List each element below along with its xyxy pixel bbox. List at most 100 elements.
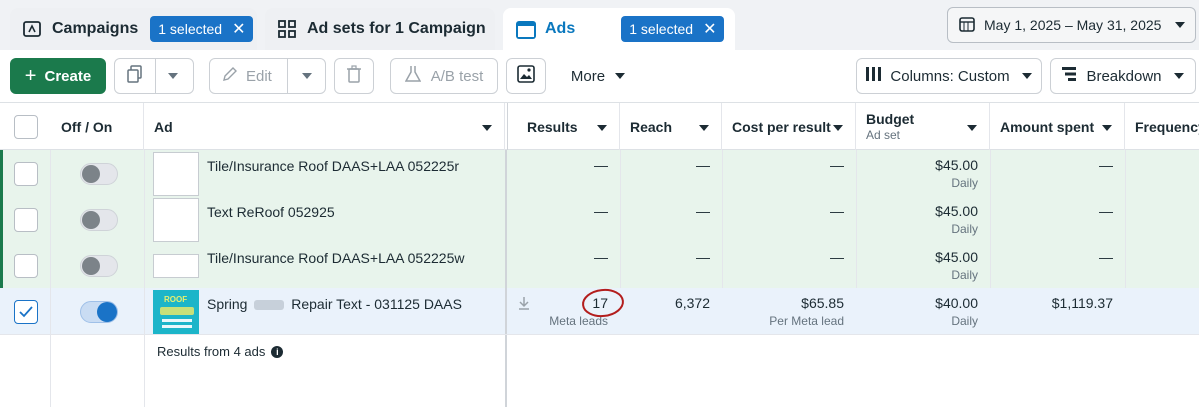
table-row[interactable]: Tile/Insurance Roof DAAS+LAA 052225w — —…	[0, 242, 1199, 288]
trash-icon	[346, 65, 362, 87]
edit-label: Edit	[246, 67, 272, 85]
reach-value: —	[696, 157, 710, 173]
ab-test-label: A/B test	[430, 67, 484, 85]
tab-campaigns[interactable]: Campaigns 1 selected ✕	[10, 8, 257, 50]
ad-toggle[interactable]	[80, 255, 118, 277]
duplicate-icon	[127, 65, 143, 87]
close-icon[interactable]: ✕	[232, 19, 245, 39]
results-value[interactable]: 17 Meta leads	[507, 288, 624, 334]
ad-name[interactable]: Text ReRoof 052925	[207, 204, 335, 220]
columns-button[interactable]: Columns: Custom	[856, 58, 1042, 94]
delete-button[interactable]	[334, 58, 374, 94]
amount-spent-value: $1,119.37	[1051, 295, 1113, 311]
ads-table: Tile/Insurance Roof DAAS+LAA 052225r — —…	[0, 102, 1199, 407]
cost-per-result-value: $65.85 Per Meta lead	[769, 295, 844, 328]
date-range-picker[interactable]: May 1, 2025 – May 31, 2025	[947, 7, 1196, 43]
duplicate-button[interactable]	[114, 58, 194, 94]
thumbnail-text: ROOF	[164, 295, 188, 304]
ad-toggle[interactable]	[80, 301, 118, 323]
column-header-budget[interactable]: Budget Ad set	[856, 103, 990, 150]
tab-bar: Campaigns 1 selected ✕ Ad sets for 1 Cam…	[0, 0, 1199, 50]
row-checkbox[interactable]	[14, 254, 38, 278]
ad-toggle[interactable]	[80, 163, 118, 185]
ad-thumbnail[interactable]: ROOF	[153, 290, 199, 334]
badge-text: 1 selected	[158, 21, 223, 37]
results-value: —	[594, 249, 608, 265]
row-checkbox[interactable]	[14, 162, 38, 186]
chevron-down-icon[interactable]	[302, 73, 312, 79]
tab-ad-sets[interactable]: Ad sets for 1 Campaign	[265, 8, 495, 50]
date-range-label: May 1, 2025 – May 31, 2025	[984, 17, 1162, 33]
budget-value: $45.00 Daily	[935, 157, 978, 190]
preview-button[interactable]	[506, 58, 546, 94]
grid-icon	[277, 19, 297, 39]
chevron-down-icon	[615, 73, 626, 79]
select-all-checkbox[interactable]	[14, 115, 38, 139]
cost-per-result-value: —	[830, 249, 844, 265]
chevron-down-icon	[1021, 73, 1032, 79]
toolbar: + Create Edit A/B test More Columns: Cus…	[0, 50, 1199, 102]
campaigns-selected-badge[interactable]: 1 selected ✕	[150, 16, 254, 42]
chevron-down-icon	[597, 125, 607, 131]
plus-icon: +	[24, 64, 37, 87]
ab-test-button[interactable]: A/B test	[390, 58, 498, 94]
ad-toggle[interactable]	[80, 209, 118, 231]
create-button[interactable]: + Create	[10, 58, 106, 94]
close-icon[interactable]: ✕	[703, 19, 716, 39]
more-button[interactable]: More	[556, 58, 640, 94]
budget-value: $45.00 Daily	[935, 203, 978, 236]
results-summary: Results from 4 ads i	[157, 344, 284, 359]
column-header-ad[interactable]: Ad	[144, 103, 505, 150]
checkmark-icon	[19, 306, 33, 318]
ad-icon	[515, 19, 536, 39]
footer-divider	[0, 334, 1199, 335]
column-header-off-on[interactable]: Off / On	[50, 103, 144, 150]
breakdown-button[interactable]: Breakdown	[1050, 58, 1196, 94]
table-header: Off / On Ad Results Reach Cost per resul…	[0, 102, 1199, 150]
tab-ad-sets-label: Ad sets for 1 Campaign	[307, 20, 486, 37]
column-header-amount-spent[interactable]: Amount spent	[990, 103, 1125, 150]
tab-ads-label: Ads	[545, 20, 576, 37]
pencil-icon	[222, 66, 238, 86]
chevron-down-icon	[1102, 125, 1112, 131]
ad-name[interactable]: Tile/Insurance Roof DAAS+LAA 052225w	[207, 250, 464, 266]
reach-value: —	[696, 249, 710, 265]
chevron-down-icon	[699, 125, 709, 131]
row-checkbox[interactable]	[14, 300, 38, 324]
tab-ads[interactable]: Ads 1 selected ✕	[503, 8, 735, 50]
image-preview-icon	[517, 65, 535, 87]
chevron-down-icon[interactable]	[168, 73, 178, 79]
cost-per-result-value: —	[830, 203, 844, 219]
table-row[interactable]: Text ReRoof 052925 — — — $45.00 Daily —	[0, 196, 1199, 242]
results-value: —	[594, 157, 608, 173]
more-label: More	[570, 67, 606, 85]
table-row[interactable]: Tile/Insurance Roof DAAS+LAA 052225r — —…	[0, 150, 1199, 196]
column-header-results[interactable]: Results	[507, 103, 620, 150]
column-header-reach[interactable]: Reach	[620, 103, 722, 150]
row-checkbox[interactable]	[14, 208, 38, 232]
ad-thumbnail[interactable]	[153, 152, 199, 196]
ad-thumbnail[interactable]	[153, 198, 199, 242]
ad-name[interactable]: Tile/Insurance Roof DAAS+LAA 052225r	[207, 158, 459, 174]
chevron-down-icon	[967, 125, 977, 131]
chevron-down-icon	[482, 125, 492, 131]
budget-value: $40.00 Daily	[935, 295, 978, 328]
budget-value: $45.00 Daily	[935, 249, 978, 282]
columns-icon	[866, 67, 882, 85]
blurred-text	[254, 300, 285, 311]
row-highlight-strip	[0, 150, 3, 288]
flask-icon	[404, 65, 422, 87]
ads-selected-badge[interactable]: 1 selected ✕	[621, 16, 725, 42]
info-icon[interactable]: i	[271, 345, 284, 358]
table-row[interactable]: ROOF Spring Repair Text - 031125 DAAS 17…	[0, 288, 1199, 334]
ad-name[interactable]: Spring Repair Text - 031125 DAAS	[207, 296, 462, 312]
edit-button[interactable]: Edit	[209, 58, 326, 94]
column-header-frequency[interactable]: Frequency	[1125, 103, 1199, 150]
chevron-down-icon	[1173, 73, 1184, 79]
chevron-down-icon	[833, 125, 843, 131]
ad-thumbnail[interactable]	[153, 254, 199, 278]
cost-per-result-value: —	[830, 157, 844, 173]
tab-campaigns-label: Campaigns	[52, 20, 139, 37]
column-header-cost-per-result[interactable]: Cost per result	[722, 103, 856, 150]
badge-text: 1 selected	[629, 21, 694, 37]
